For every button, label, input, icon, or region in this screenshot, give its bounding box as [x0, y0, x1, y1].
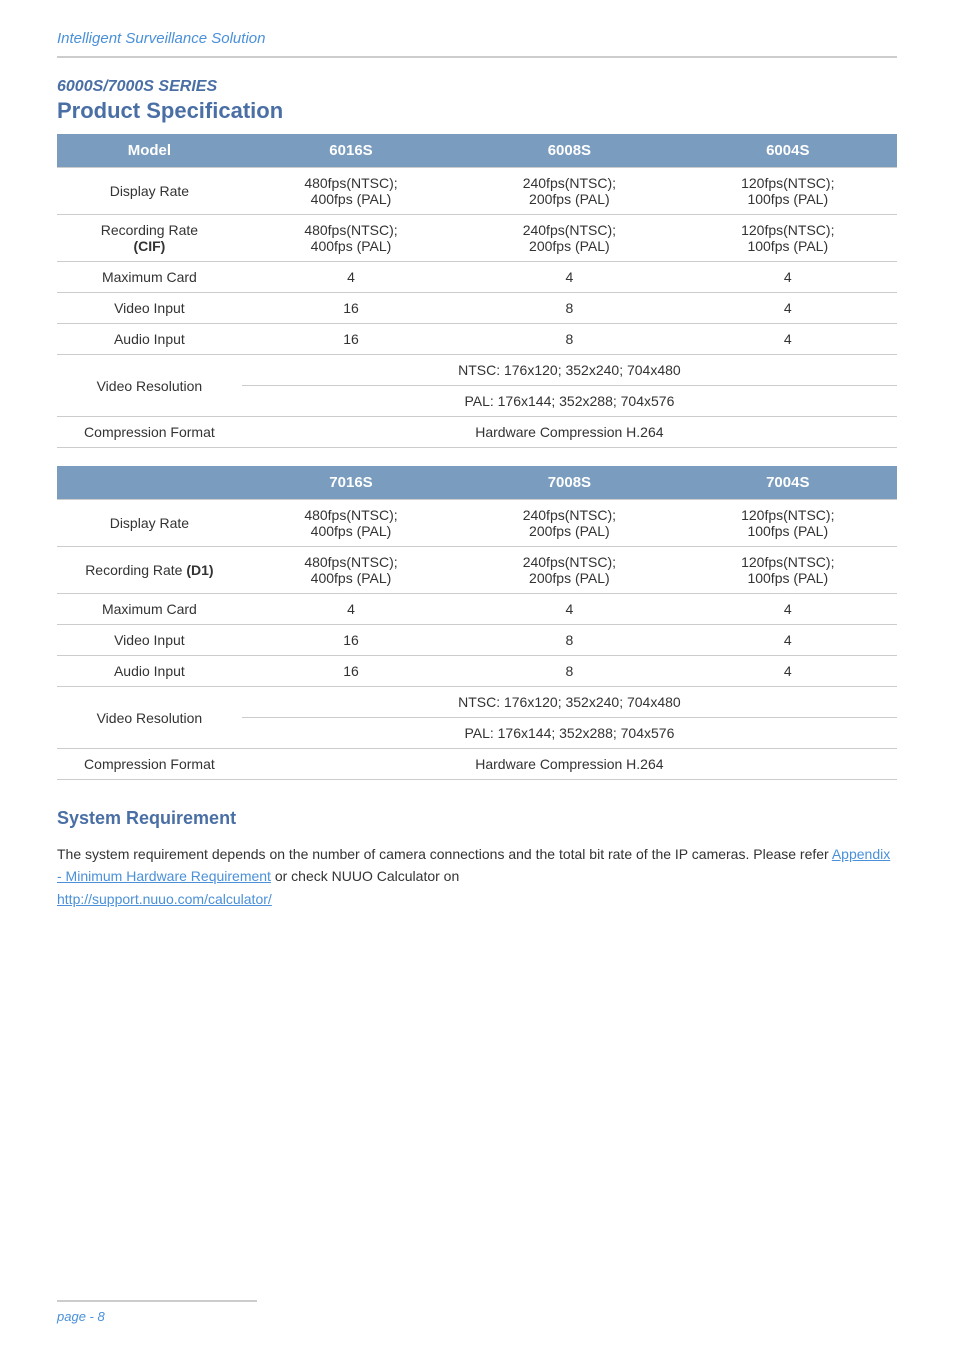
val-compression-7000: Hardware Compression H.264	[242, 749, 897, 780]
system-req-text-before: The system requirement depends on the nu…	[57, 846, 832, 862]
system-req-title: System Requirement	[57, 808, 897, 829]
label-display-rate-7000: Display Rate	[57, 500, 242, 547]
footer: page - 8	[57, 1300, 897, 1326]
val-recording-6008s: 240fps(NTSC);200fps (PAL)	[460, 215, 678, 262]
val-maxcard-7004s: 4	[679, 594, 897, 625]
label-max-card-7000: Maximum Card	[57, 594, 242, 625]
val-recording-6004s: 120fps(NTSC);100fps (PAL)	[679, 215, 897, 262]
val-videoinput-7008s: 8	[460, 625, 678, 656]
val-compression-6000: Hardware Compression H.264	[242, 417, 897, 448]
col-model-7000	[57, 466, 242, 500]
val-display-6016s: 480fps(NTSC);400fps (PAL)	[242, 168, 460, 215]
row-recording-rate-7000: Recording Rate (D1) 480fps(NTSC);400fps …	[57, 547, 897, 594]
col-7008s: 7008S	[460, 466, 678, 500]
val-audioinput-7004s: 4	[679, 656, 897, 687]
row-compression-7000: Compression Format Hardware Compression …	[57, 749, 897, 780]
val-video-res-ntsc-6000: NTSC: 176x120; 352x240; 704x480	[242, 355, 897, 386]
col-7016s: 7016S	[242, 466, 460, 500]
label-max-card-6000: Maximum Card	[57, 262, 242, 293]
val-display-7016s: 480fps(NTSC);400fps (PAL)	[242, 500, 460, 547]
row-audio-input-7000: Audio Input 16 8 4	[57, 656, 897, 687]
val-audioinput-6016s: 16	[242, 324, 460, 355]
val-recording-6016s: 480fps(NTSC);400fps (PAL)	[242, 215, 460, 262]
label-recording-rate-7000: Recording Rate (D1)	[57, 547, 242, 594]
row-display-rate-7000: Display Rate 480fps(NTSC);400fps (PAL) 2…	[57, 500, 897, 547]
system-req-paragraph: The system requirement depends on the nu…	[57, 843, 897, 910]
val-maxcard-6016s: 4	[242, 262, 460, 293]
col-model-6000: Model	[57, 134, 242, 168]
val-display-6008s: 240fps(NTSC);200fps (PAL)	[460, 168, 678, 215]
system-req-text-middle: or check NUUO Calculator on	[271, 868, 459, 884]
label-compression-6000: Compression Format	[57, 417, 242, 448]
label-video-res-6000: Video Resolution	[57, 355, 242, 417]
label-display-rate-6000: Display Rate	[57, 168, 242, 215]
val-display-7008s: 240fps(NTSC);200fps (PAL)	[460, 500, 678, 547]
row-compression-6000: Compression Format Hardware Compression …	[57, 417, 897, 448]
table-header-row-6000: Model 6016S 6008S 6004S	[57, 134, 897, 168]
val-recording-7004s: 120fps(NTSC);100fps (PAL)	[679, 547, 897, 594]
row-display-rate-6000: Display Rate 480fps(NTSC);400fps (PAL) 2…	[57, 168, 897, 215]
label-video-input-6000: Video Input	[57, 293, 242, 324]
val-display-7004s: 120fps(NTSC);100fps (PAL)	[679, 500, 897, 547]
label-video-input-7000: Video Input	[57, 625, 242, 656]
col-7004s: 7004S	[679, 466, 897, 500]
label-compression-7000: Compression Format	[57, 749, 242, 780]
row-recording-rate-6000: Recording Rate(CIF) 480fps(NTSC);400fps …	[57, 215, 897, 262]
col-6004s: 6004S	[679, 134, 897, 168]
val-video-res-pal-6000: PAL: 176x144; 352x288; 704x576	[242, 386, 897, 417]
row-audio-input-6000: Audio Input 16 8 4	[57, 324, 897, 355]
row-video-res-ntsc-6000: Video Resolution NTSC: 176x120; 352x240;…	[57, 355, 897, 386]
val-videoinput-7016s: 16	[242, 625, 460, 656]
val-audioinput-6008s: 8	[460, 324, 678, 355]
product-spec-title: Product Specification	[57, 98, 897, 124]
footer-divider	[57, 1300, 257, 1302]
val-maxcard-7008s: 4	[460, 594, 678, 625]
page-number: page - 8	[57, 1309, 105, 1324]
val-videoinput-6004s: 4	[679, 293, 897, 324]
col-6016s: 6016S	[242, 134, 460, 168]
header-section: Intelligent Surveillance Solution	[57, 30, 897, 58]
table-header-row-7000: 7016S 7008S 7004S	[57, 466, 897, 500]
row-video-input-6000: Video Input 16 8 4	[57, 293, 897, 324]
row-max-card-6000: Maximum Card 4 4 4	[57, 262, 897, 293]
label-recording-rate-6000: Recording Rate(CIF)	[57, 215, 242, 262]
val-audioinput-7016s: 16	[242, 656, 460, 687]
label-audio-input-7000: Audio Input	[57, 656, 242, 687]
val-maxcard-6008s: 4	[460, 262, 678, 293]
val-videoinput-7004s: 4	[679, 625, 897, 656]
label-video-res-7000: Video Resolution	[57, 687, 242, 749]
val-videoinput-6016s: 16	[242, 293, 460, 324]
val-maxcard-7016s: 4	[242, 594, 460, 625]
row-max-card-7000: Maximum Card 4 4 4	[57, 594, 897, 625]
row-video-input-7000: Video Input 16 8 4	[57, 625, 897, 656]
val-videoinput-6008s: 8	[460, 293, 678, 324]
calculator-link[interactable]: http://support.nuuo.com/calculator/	[57, 891, 272, 907]
label-audio-input-6000: Audio Input	[57, 324, 242, 355]
col-6008s: 6008S	[460, 134, 678, 168]
table-7000s: 7016S 7008S 7004S Display Rate 480fps(NT…	[57, 466, 897, 780]
val-maxcard-6004s: 4	[679, 262, 897, 293]
val-audioinput-6004s: 4	[679, 324, 897, 355]
val-recording-7016s: 480fps(NTSC);400fps (PAL)	[242, 547, 460, 594]
val-display-6004s: 120fps(NTSC);100fps (PAL)	[679, 168, 897, 215]
val-video-res-pal-7000: PAL: 176x144; 352x288; 704x576	[242, 718, 897, 749]
val-recording-7008s: 240fps(NTSC);200fps (PAL)	[460, 547, 678, 594]
val-audioinput-7008s: 8	[460, 656, 678, 687]
table-6000s: Model 6016S 6008S 6004S Display Rate 480…	[57, 134, 897, 448]
row-video-res-ntsc-7000: Video Resolution NTSC: 176x120; 352x240;…	[57, 687, 897, 718]
brand-link[interactable]: Intelligent Surveillance Solution	[57, 30, 265, 47]
val-video-res-ntsc-7000: NTSC: 176x120; 352x240; 704x480	[242, 687, 897, 718]
page-container: Intelligent Surveillance Solution 6000S/…	[0, 0, 954, 1356]
series-title: 6000S/7000S SERIES	[57, 78, 897, 96]
